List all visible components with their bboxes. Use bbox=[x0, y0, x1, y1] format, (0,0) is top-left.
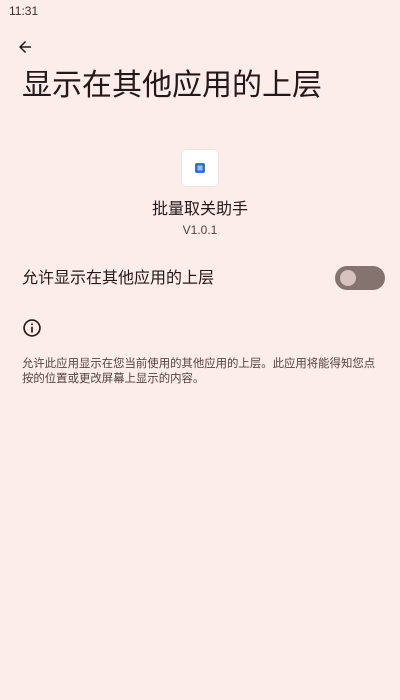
arrow-back-icon bbox=[19, 41, 31, 53]
app-logo-icon bbox=[195, 163, 205, 173]
status-time: 11:31 bbox=[9, 4, 39, 18]
overlay-permission-toggle[interactable] bbox=[335, 266, 385, 290]
info-icon bbox=[23, 319, 41, 337]
overlay-permission-label: 允许显示在其他应用的上层 bbox=[22, 268, 215, 287]
app-name: 批量取关助手 bbox=[151, 199, 248, 218]
back-button[interactable] bbox=[12, 34, 38, 60]
permission-description: 允许此应用显示在您当前使用的其他应用的上层。此应用将能得知您点按的位置或更改屏幕… bbox=[22, 356, 376, 385]
app-icon bbox=[182, 150, 218, 186]
toggle-thumb bbox=[340, 270, 356, 286]
app-version: V1.0.1 bbox=[182, 223, 218, 237]
status-bar: 11:31 bbox=[0, 0, 400, 24]
page-title: 显示在其他应用的上层 bbox=[22, 68, 322, 103]
overlay-permission-row[interactable]: 允许显示在其他应用的上层 bbox=[0, 258, 400, 298]
